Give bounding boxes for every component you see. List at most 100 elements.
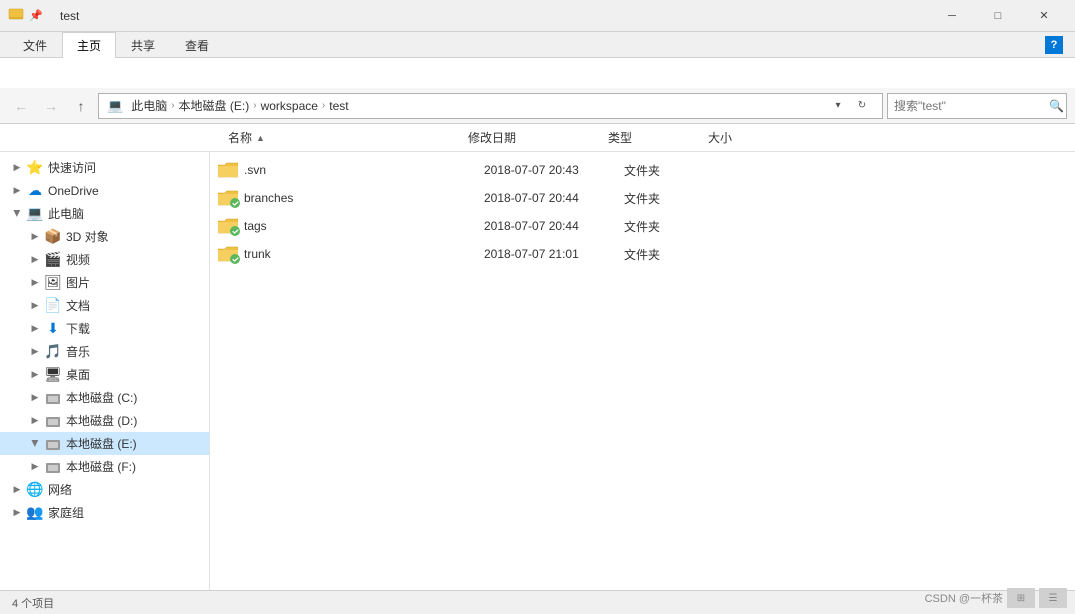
tab-view[interactable]: 查看 [170, 32, 224, 58]
breadcrumb-workspace[interactable]: workspace [261, 99, 318, 113]
documents-icon: 📄 [44, 297, 62, 314]
sidebar-item-music[interactable]: ▶ 🎵 音乐 [0, 340, 209, 363]
address-refresh-button[interactable]: ↻ [850, 94, 874, 118]
sidebar-item-network[interactable]: ▶ 🌐 网络 [0, 478, 209, 501]
sidebar-label-music: 音乐 [66, 343, 90, 360]
file-type-tags: 文件夹 [624, 218, 724, 235]
downloads-icon: ⬇ [44, 320, 62, 337]
tab-share[interactable]: 共享 [116, 32, 170, 58]
col-header-modified[interactable]: 修改日期 [460, 129, 600, 146]
sidebar-label-homegroup: 家庭组 [48, 504, 84, 521]
expand-drive-c[interactable]: ▶ [26, 392, 44, 403]
column-headers: 名称 ▲ 修改日期 类型 大小 [0, 124, 1075, 152]
up-button[interactable]: ↑ [68, 93, 94, 119]
sidebar-item-quick-access[interactable]: ▶ ⭐ 快速访问 [0, 156, 209, 179]
expand-quick-access[interactable]: ▶ [8, 162, 26, 173]
col-header-name[interactable]: 名称 ▲ [220, 129, 460, 146]
minimize-button[interactable]: ─ [929, 0, 975, 32]
expand-drive-e[interactable]: ▶ [30, 435, 41, 453]
window-title: test [60, 9, 929, 23]
sidebar-label-onedrive: OneDrive [48, 184, 99, 198]
drive-d-icon [44, 413, 62, 429]
sidebar-label-network: 网络 [48, 481, 72, 498]
sidebar-label-quick-access: 快速访问 [48, 159, 96, 176]
pictures-icon: 🖼 [44, 274, 62, 291]
expand-drive-f[interactable]: ▶ [26, 461, 44, 472]
search-icon[interactable]: 🔍 [1049, 99, 1064, 113]
expand-documents[interactable]: ▶ [26, 300, 44, 311]
sidebar-label-3d: 3D 对象 [66, 228, 109, 245]
sidebar-label-pictures: 图片 [66, 274, 90, 291]
sidebar-label-documents: 文档 [66, 297, 90, 314]
drive-f-icon [44, 459, 62, 475]
sidebar-item-3d-objects[interactable]: ▶ 📦 3D 对象 [0, 225, 209, 248]
expand-homegroup[interactable]: ▶ [8, 507, 26, 518]
col-header-type[interactable]: 类型 [600, 129, 700, 146]
homegroup-icon: 👥 [26, 504, 44, 521]
ribbon-placeholder [12, 71, 24, 75]
tab-home[interactable]: 主页 [62, 32, 116, 58]
computer-icon: 💻 [107, 98, 123, 114]
breadcrumb-test[interactable]: test [329, 99, 348, 113]
expand-drive-d[interactable]: ▶ [26, 415, 44, 426]
app-icon [8, 8, 24, 24]
view-details-icon: ☰ [1039, 588, 1067, 608]
file-date-svn: 2018-07-07 20:43 [484, 163, 624, 177]
tab-file[interactable]: 文件 [8, 32, 62, 58]
expand-network[interactable]: ▶ [8, 484, 26, 495]
expand-music[interactable]: ▶ [26, 346, 44, 357]
main-area: ▶ ⭐ 快速访问 ▶ ☁ OneDrive ▶ 💻 此电脑 ▶ 📦 3D 对象 … [0, 152, 1075, 590]
sidebar-item-this-pc[interactable]: ▶ 💻 此电脑 [0, 202, 209, 225]
file-name-branches: branches [244, 191, 484, 205]
help-button[interactable]: ? [1045, 36, 1063, 54]
breadcrumb: 💻 此电脑 › 本地磁盘 (E:) › workspace › test [107, 97, 826, 114]
status-bar: 4 个项目 CSDN @一杯茶 ⊞ ☰ [0, 590, 1075, 614]
expand-downloads[interactable]: ▶ [26, 323, 44, 334]
sidebar: ▶ ⭐ 快速访问 ▶ ☁ OneDrive ▶ 💻 此电脑 ▶ 📦 3D 对象 … [0, 152, 210, 590]
sidebar-item-drive-c[interactable]: ▶ 本地磁盘 (C:) [0, 386, 209, 409]
col-header-size[interactable]: 大小 [700, 129, 780, 146]
breadcrumb-pc[interactable]: 此电脑 [131, 97, 167, 114]
expand-3d[interactable]: ▶ [26, 231, 44, 242]
expand-onedrive[interactable]: ▶ [8, 185, 26, 196]
address-dropdown-button[interactable]: ▾ [826, 94, 850, 118]
close-button[interactable]: ✕ [1021, 0, 1067, 32]
sidebar-item-drive-f[interactable]: ▶ 本地磁盘 (F:) [0, 455, 209, 478]
watermark: CSDN @一杯茶 ⊞ ☰ [925, 588, 1067, 608]
expand-this-pc[interactable]: ▶ [12, 205, 23, 223]
sidebar-item-pictures[interactable]: ▶ 🖼 图片 [0, 271, 209, 294]
sidebar-item-onedrive[interactable]: ▶ ☁ OneDrive [0, 179, 209, 202]
navigation-bar: ← → ↑ 💻 此电脑 › 本地磁盘 (E:) › workspace › te… [0, 88, 1075, 124]
sidebar-item-downloads[interactable]: ▶ ⬇ 下载 [0, 317, 209, 340]
search-bar[interactable]: 🔍 [887, 93, 1067, 119]
address-bar[interactable]: 💻 此电脑 › 本地磁盘 (E:) › workspace › test ▾ ↻ [98, 93, 883, 119]
file-item-svn[interactable]: .svn 2018-07-07 20:43 文件夹 [210, 156, 1075, 184]
drive-e-icon [44, 436, 62, 452]
expand-video[interactable]: ▶ [26, 254, 44, 265]
file-date-tags: 2018-07-07 20:44 [484, 219, 624, 233]
sidebar-item-drive-e[interactable]: ▶ 本地磁盘 (E:) [0, 432, 209, 455]
title-bar: 📌 test ─ □ ✕ [0, 0, 1075, 32]
window-controls[interactable]: ─ □ ✕ [929, 0, 1067, 32]
back-button[interactable]: ← [8, 93, 34, 119]
expand-pictures[interactable]: ▶ [26, 277, 44, 288]
file-type-branches: 文件夹 [624, 190, 724, 207]
title-bar-app-icons: 📌 [8, 8, 44, 24]
desktop-icon: 🖥 [44, 366, 62, 383]
search-input[interactable] [894, 99, 1049, 113]
sidebar-item-video[interactable]: ▶ 🎬 视频 [0, 248, 209, 271]
expand-desktop[interactable]: ▶ [26, 369, 44, 380]
maximize-button[interactable]: □ [975, 0, 1021, 32]
drive-c-icon [44, 390, 62, 406]
sidebar-item-drive-d[interactable]: ▶ 本地磁盘 (D:) [0, 409, 209, 432]
file-item-trunk[interactable]: trunk 2018-07-07 21:01 文件夹 [210, 240, 1075, 268]
sidebar-item-homegroup[interactable]: ▶ 👥 家庭组 [0, 501, 209, 524]
sidebar-item-desktop[interactable]: ▶ 🖥 桌面 [0, 363, 209, 386]
file-name-tags: tags [244, 219, 484, 233]
forward-button[interactable]: → [38, 93, 64, 119]
file-name-trunk: trunk [244, 247, 484, 261]
breadcrumb-drive-e[interactable]: 本地磁盘 (E:) [179, 97, 250, 114]
file-item-branches[interactable]: branches 2018-07-07 20:44 文件夹 [210, 184, 1075, 212]
sidebar-item-documents[interactable]: ▶ 📄 文档 [0, 294, 209, 317]
file-item-tags[interactable]: tags 2018-07-07 20:44 文件夹 [210, 212, 1075, 240]
